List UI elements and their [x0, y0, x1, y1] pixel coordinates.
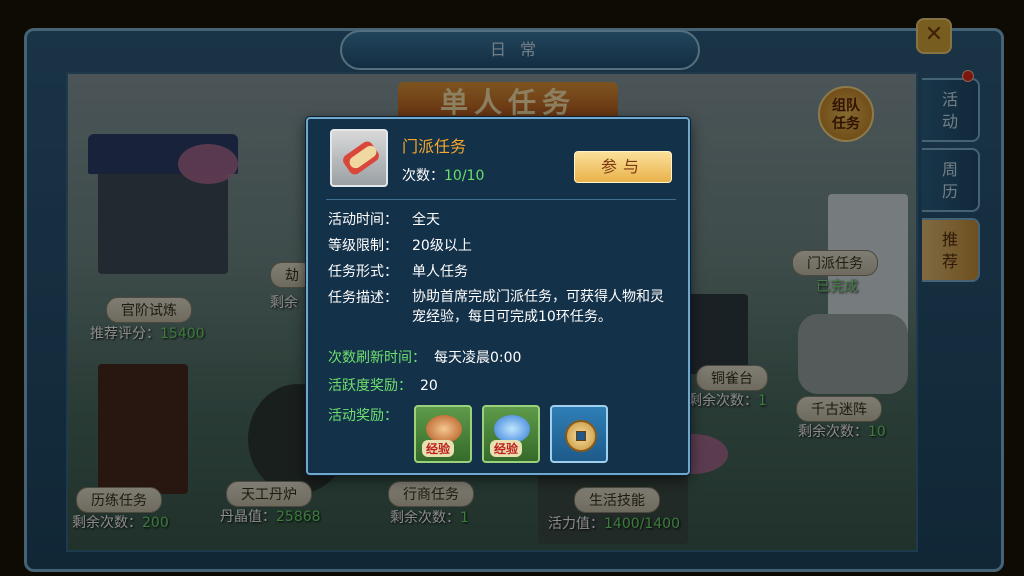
- info-level-value: 20级以上: [412, 238, 472, 254]
- activity-value: 20: [420, 378, 438, 394]
- count-value: 10/10: [444, 168, 485, 184]
- task-description: 协助首席完成门派任务，可获得人物和灵宠经验，每日可完成10环任务。: [412, 289, 664, 325]
- reward-key: 活动奖励：: [328, 408, 398, 424]
- info-level-key: 等级限制：: [328, 238, 398, 254]
- refresh-time: 次数刷新时间： 每天凌晨0:00: [328, 347, 521, 367]
- reward-slot-pet-exp[interactable]: 经验: [482, 405, 540, 463]
- reward-tag: 经验: [422, 440, 455, 457]
- refresh-key: 次数刷新时间：: [328, 350, 426, 366]
- info-level: 等级限制： 20级以上: [328, 235, 472, 255]
- info-form: 任务形式： 单人任务: [328, 261, 468, 281]
- coin-icon: [565, 420, 597, 452]
- info-desc-key: 任务描述：: [328, 290, 398, 306]
- count-label: 次数：: [402, 168, 444, 184]
- task-detail-popup: 门派任务 次数：10/10 参与 活动时间： 全天 等级限制： 20级以上 任务形式…: [306, 117, 690, 475]
- info-time-key: 活动时间：: [328, 212, 398, 228]
- person-exp-icon: [426, 415, 462, 443]
- join-button[interactable]: 参与: [574, 151, 672, 183]
- info-time-value: 全天: [412, 212, 440, 228]
- activity-reward: 活跃度奖励： 20: [328, 375, 438, 395]
- pet-exp-icon: [494, 415, 530, 443]
- reward-label: 活动奖励：: [328, 405, 398, 425]
- reward-slot-coin[interactable]: [550, 405, 608, 463]
- info-form-value: 单人任务: [412, 264, 468, 280]
- info-form-key: 任务形式：: [328, 264, 398, 280]
- divider: [326, 199, 676, 200]
- task-name: 门派任务: [402, 137, 467, 156]
- reward-slot-person-exp[interactable]: 经验: [414, 405, 472, 463]
- task-count: 次数：10/10: [402, 165, 484, 185]
- info-time: 活动时间： 全天: [328, 209, 440, 229]
- activity-key: 活跃度奖励：: [328, 378, 412, 394]
- reward-tag: 经验: [490, 440, 523, 457]
- refresh-value: 每天凌晨0:00: [434, 350, 522, 366]
- sect-task-scroll-icon: [330, 129, 388, 187]
